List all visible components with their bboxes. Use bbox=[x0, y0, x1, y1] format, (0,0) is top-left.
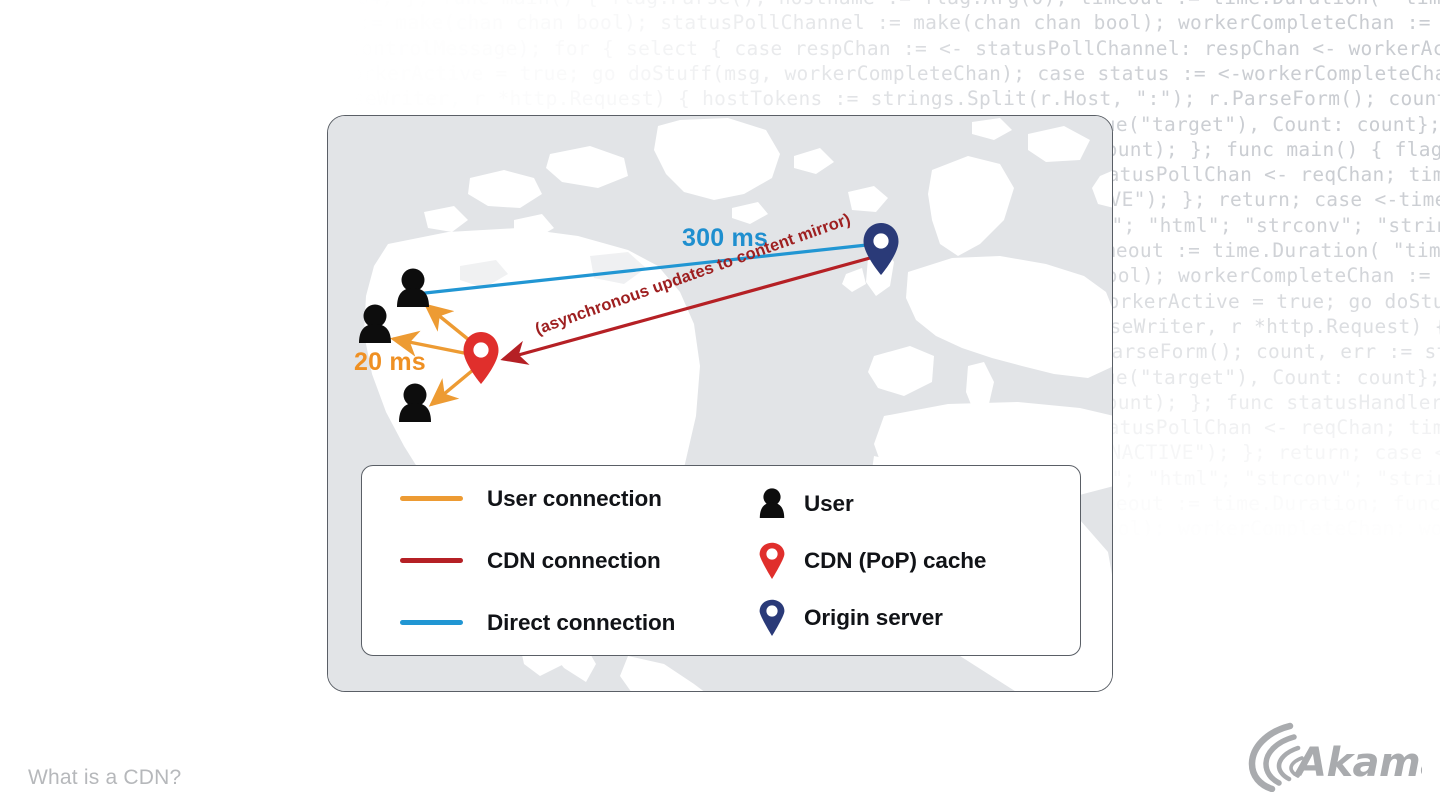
akamai-logo: Akamai bbox=[1246, 720, 1440, 793]
user-icon bbox=[752, 487, 792, 520]
background-code-line: chanMessage string ); Count int64; }; fu… bbox=[0, 0, 1440, 9]
cdn-latency-label: 20 ms bbox=[354, 348, 426, 376]
line-swatch-orange-icon bbox=[400, 496, 463, 501]
legend-label-origin-server: Origin server bbox=[804, 604, 943, 630]
line-swatch-blue-icon bbox=[400, 620, 463, 625]
legend-panel: User connection CDN connection Direct co… bbox=[361, 465, 1081, 656]
map-pin-navy-icon bbox=[752, 599, 792, 637]
legend-label-direct-connection: Direct connection bbox=[487, 609, 676, 635]
legend-label-user-connection: User connection bbox=[487, 485, 662, 511]
background-code-line: controlChannel := make(chan ControlMessa… bbox=[12, 36, 1440, 60]
background-code-line: workerActive := false; reqChan := make(c… bbox=[0, 11, 1431, 35]
legend-item-direct-connection: Direct connection bbox=[400, 606, 744, 640]
legend-item-user: User bbox=[752, 487, 1080, 521]
legend-item-cdn-cache: CDN (PoP) cache bbox=[752, 542, 1080, 580]
legend-line-column: User connection CDN connection Direct co… bbox=[362, 482, 744, 640]
legend-label-cdn-cache: CDN (PoP) cache bbox=[804, 547, 987, 573]
legend-label-user: User bbox=[804, 490, 854, 516]
cdn-diagram-card: 300 ms 20 ms (asynchronous updates to co… bbox=[327, 115, 1113, 692]
background-code-line: msg := <-controlChannel: workerActive = … bbox=[38, 61, 1440, 85]
legend-item-cdn-connection: CDN connection bbox=[400, 544, 744, 578]
legend-marker-column: User CDN (PoP) cache Origin server bbox=[744, 487, 1080, 637]
line-swatch-red-icon bbox=[400, 558, 463, 563]
legend-item-origin-server: Origin server bbox=[752, 599, 1080, 637]
legend-label-cdn-connection: CDN connection bbox=[487, 547, 661, 573]
map-pin-red-icon bbox=[752, 542, 792, 580]
page-title: What is a CDN? bbox=[28, 766, 182, 789]
akamai-wordmark: Akamai bbox=[1293, 740, 1422, 786]
background-code-line: func admin(w http.ResponseWriter, r *htt… bbox=[64, 87, 1440, 111]
legend-item-user-connection: User connection bbox=[400, 482, 744, 516]
